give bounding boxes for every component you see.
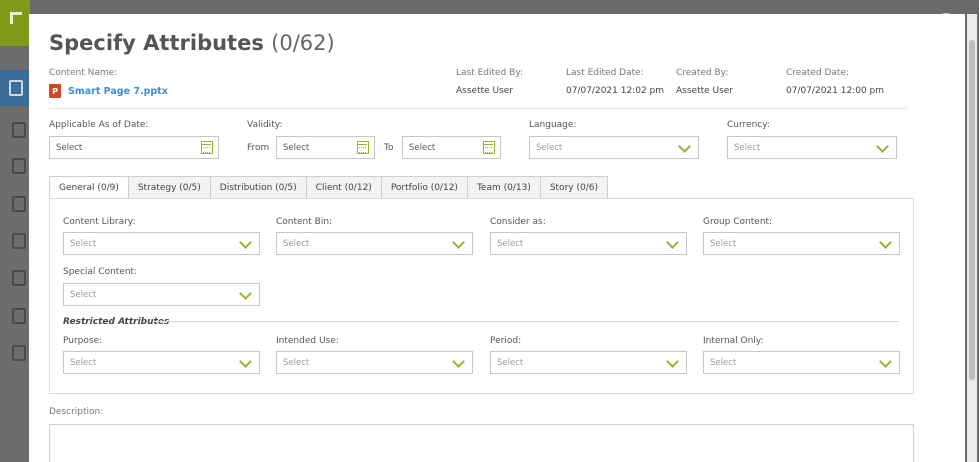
scrollbar-thumb[interactable] xyxy=(969,40,975,380)
tab-general[interactable]: General (0/9) xyxy=(49,176,129,199)
modal-title: Specify Attributes (0/62) xyxy=(49,31,335,55)
content-bin-select[interactable]: Select xyxy=(276,232,473,255)
created-by-value: Assette User xyxy=(676,86,734,96)
chevron-down-icon xyxy=(666,355,679,368)
settings-document-icon xyxy=(12,308,26,324)
tab-client[interactable]: Client (0/12) xyxy=(306,176,382,199)
validity-from-placeholder: Select xyxy=(283,142,310,153)
modal-title-text: Specify Attributes xyxy=(49,31,264,55)
chevron-down-icon xyxy=(666,236,679,249)
currency-label: Currency: xyxy=(727,120,770,130)
content-bin-value: Select xyxy=(283,238,310,249)
intended-use-value: Select xyxy=(283,357,310,368)
last-edited-date-value: 07/07/2021 12:02 pm xyxy=(566,86,665,96)
period-value: Select xyxy=(497,357,524,368)
group-content-value: Select xyxy=(710,238,737,249)
chevron-down-icon xyxy=(452,355,465,368)
chevron-down-icon xyxy=(876,140,889,153)
calendar-icon[interactable] xyxy=(201,141,213,154)
content-library-value: Select xyxy=(70,238,97,249)
restricted-attributes-heading: Restricted Attributes xyxy=(63,317,170,327)
intended-use-label: Intended Use: xyxy=(276,336,339,346)
content-bin-label: Content Bin: xyxy=(276,217,333,227)
currency-select[interactable]: Select xyxy=(727,136,897,159)
document-icon xyxy=(12,158,26,174)
applicable-date-placeholder: Select xyxy=(56,142,83,153)
language-label: Language: xyxy=(529,120,577,130)
last-edited-date-label: Last Edited Date: xyxy=(566,68,644,78)
special-content-select[interactable]: Select xyxy=(63,283,260,306)
header-divider xyxy=(49,108,907,109)
content-name-label: Content Name: xyxy=(49,68,118,78)
purpose-label: Purpose: xyxy=(63,336,103,346)
chevron-down-icon xyxy=(239,287,252,300)
grid-icon xyxy=(12,122,26,138)
envelope-icon xyxy=(12,345,26,361)
validity-from-input[interactable]: Select xyxy=(276,136,375,159)
chevron-down-icon xyxy=(239,236,252,249)
chevron-down-icon xyxy=(239,355,252,368)
app-logo xyxy=(0,0,30,46)
chevron-down-icon xyxy=(879,236,892,249)
purpose-value: Select xyxy=(70,357,97,368)
document-icon xyxy=(12,196,26,212)
description-textarea[interactable] xyxy=(49,424,914,462)
content-library-label: Content Library: xyxy=(63,217,136,227)
edit-icon xyxy=(9,80,23,96)
specify-attributes-modal: Specify Attributes (0/62) Content Name: … xyxy=(29,14,965,462)
special-content-value: Select xyxy=(70,289,97,300)
modal-title-count: (0/62) xyxy=(271,31,335,55)
validity-to-label: To xyxy=(384,143,394,153)
created-date-label: Created Date: xyxy=(786,68,850,78)
powerpoint-icon: P xyxy=(49,84,61,98)
chevron-down-icon xyxy=(678,140,691,153)
tab-distribution[interactable]: Distribution (0/5) xyxy=(210,176,307,199)
consider-as-select[interactable]: Select xyxy=(490,232,687,255)
tab-strategy[interactable]: Strategy (0/5) xyxy=(128,176,211,199)
currency-value: Select xyxy=(734,142,761,153)
purpose-select[interactable]: Select xyxy=(63,351,260,374)
applicable-date-label: Applicable As of Date: xyxy=(49,120,149,130)
period-label: Period: xyxy=(490,336,522,346)
chevron-down-icon xyxy=(452,236,465,249)
restricted-divider xyxy=(154,321,899,322)
created-date-value: 07/07/2021 12:00 pm xyxy=(786,86,885,96)
group-content-select[interactable]: Select xyxy=(703,232,900,255)
consider-as-label: Consider as: xyxy=(490,217,546,227)
applicable-date-input[interactable]: Select xyxy=(49,136,219,159)
content-name-link[interactable]: Smart Page 7.pptx xyxy=(68,86,168,97)
validity-from-label: From xyxy=(247,143,270,153)
validity-to-placeholder: Select xyxy=(409,142,436,153)
period-select[interactable]: Select xyxy=(490,351,687,374)
content-library-select[interactable]: Select xyxy=(63,232,260,255)
intended-use-select[interactable]: Select xyxy=(276,351,473,374)
special-content-label: Special Content: xyxy=(63,267,138,277)
consider-as-value: Select xyxy=(497,238,524,249)
sidebar-item-active xyxy=(0,70,30,106)
edit-document-icon xyxy=(12,270,26,286)
language-value: Select xyxy=(536,142,563,153)
last-edited-by-value: Assette User xyxy=(456,86,514,96)
chevron-down-icon xyxy=(879,355,892,368)
attribute-tabs: General (0/9) Strategy (0/5) Distributio… xyxy=(49,176,608,199)
tab-team[interactable]: Team (0/13) xyxy=(467,176,541,199)
tab-story[interactable]: Story (0/6) xyxy=(540,176,608,199)
validity-to-input[interactable]: Select xyxy=(402,136,501,159)
internal-only-value: Select xyxy=(710,357,737,368)
language-select[interactable]: Select xyxy=(529,136,699,159)
tab-portfolio[interactable]: Portfolio (0/12) xyxy=(381,176,468,199)
validity-label: Validity: xyxy=(247,120,283,130)
internal-only-select[interactable]: Select xyxy=(703,351,900,374)
description-label: Description: xyxy=(49,407,104,417)
created-by-label: Created By: xyxy=(676,68,729,78)
app-sidebar xyxy=(0,48,30,462)
group-content-label: Group Content: xyxy=(703,217,773,227)
last-edited-by-label: Last Edited By: xyxy=(456,68,524,78)
calendar-icon[interactable] xyxy=(357,141,369,154)
internal-only-label: Internal Only: xyxy=(703,336,764,346)
table-icon xyxy=(12,233,26,249)
calendar-icon[interactable] xyxy=(483,141,495,154)
